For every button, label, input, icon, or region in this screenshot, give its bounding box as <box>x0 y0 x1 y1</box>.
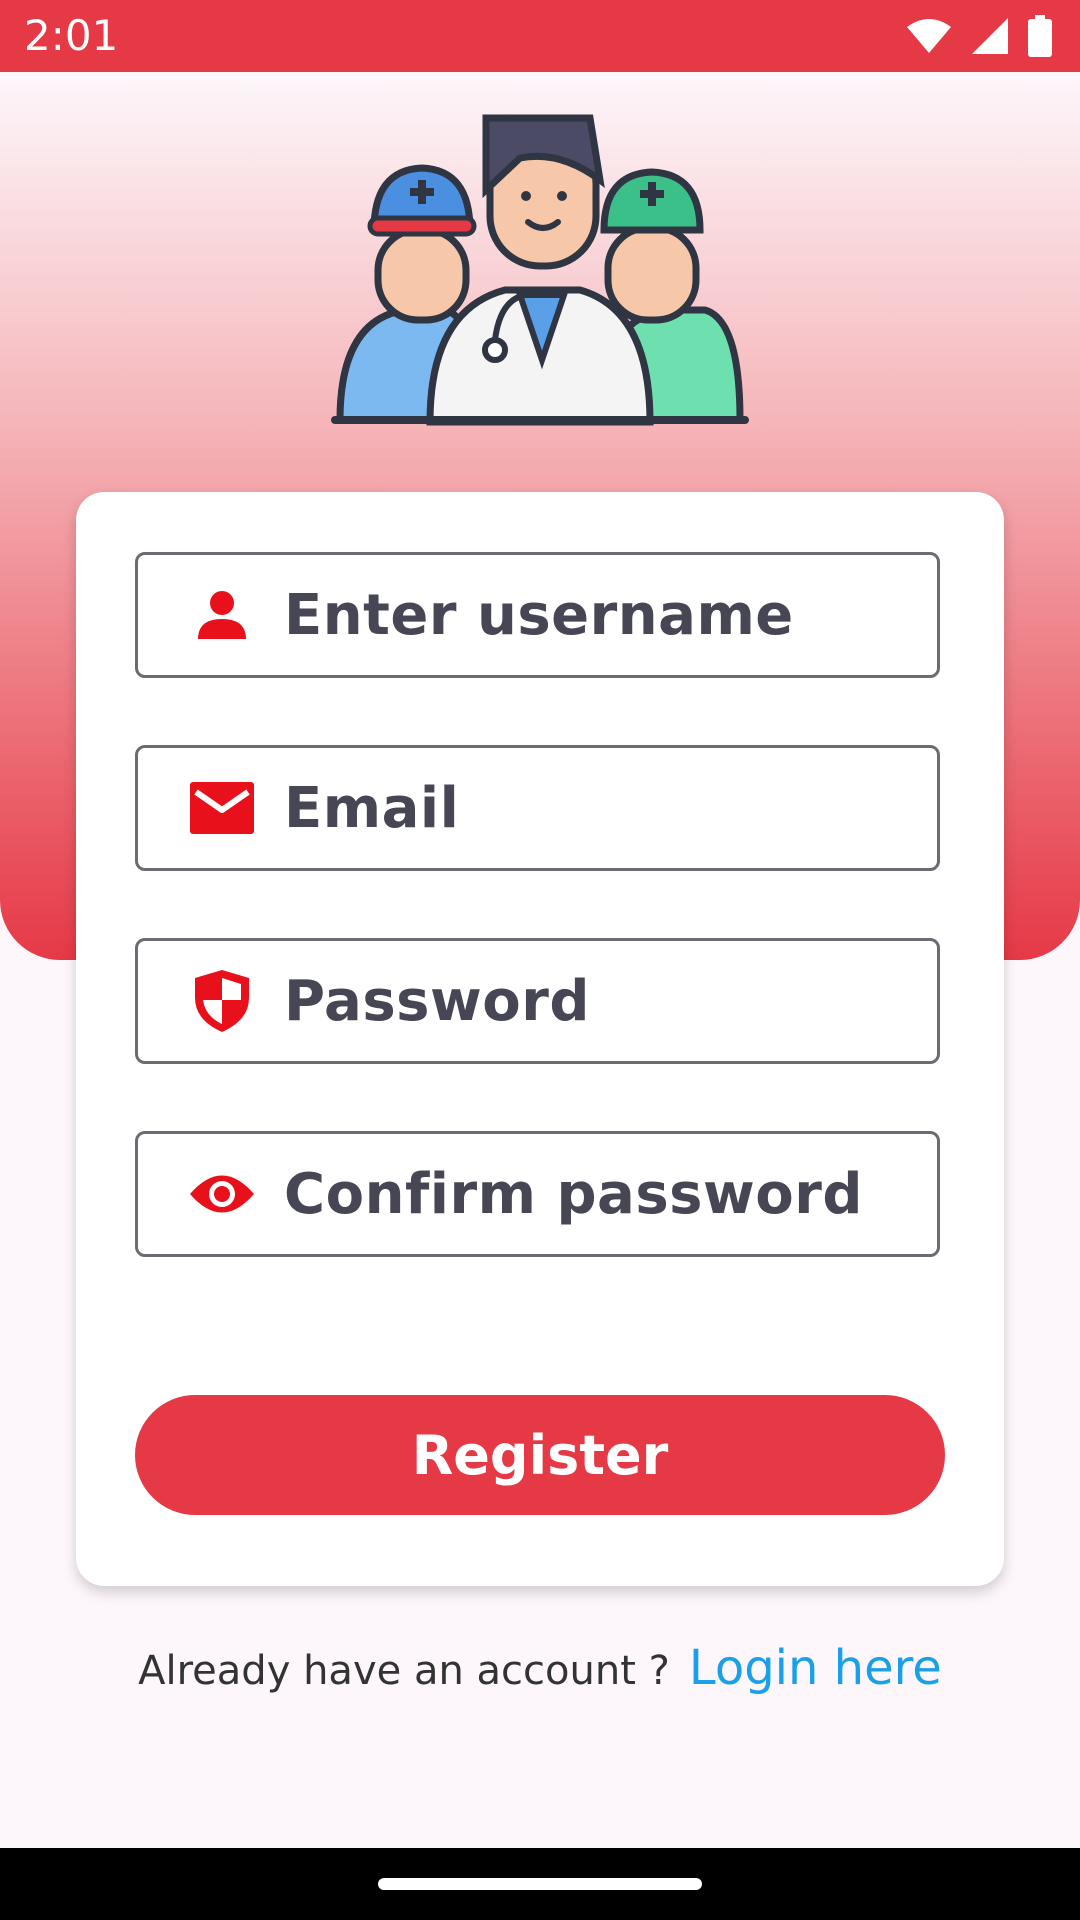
status-icons <box>906 14 1052 58</box>
shield-icon <box>182 961 262 1041</box>
signal-icon <box>972 18 1008 54</box>
login-here-link[interactable]: Login here <box>689 1640 942 1696</box>
confirm-password-field[interactable]: Confirm password <box>135 1131 940 1257</box>
username-field[interactable]: Enter username <box>135 552 940 678</box>
login-prompt: Already have an account ? Login here <box>0 1640 1080 1696</box>
login-prompt-text: Already have an account ? <box>138 1648 670 1694</box>
person-icon <box>182 575 262 655</box>
password-field[interactable]: Password <box>135 938 940 1064</box>
battery-icon <box>1028 15 1052 57</box>
home-gesture-handle[interactable] <box>378 1878 702 1890</box>
wifi-icon <box>907 19 951 53</box>
password-placeholder: Password <box>284 968 590 1034</box>
register-button[interactable]: Register <box>135 1395 945 1515</box>
medical-team-illustration <box>331 114 749 426</box>
email-field[interactable]: Email <box>135 745 940 871</box>
username-placeholder: Enter username <box>284 582 794 648</box>
status-time: 2:01 <box>24 11 119 60</box>
eye-icon <box>182 1154 262 1234</box>
email-placeholder: Email <box>284 775 460 841</box>
status-bar: 2:01 <box>0 0 1080 72</box>
navigation-bar <box>0 1848 1080 1920</box>
mail-icon <box>182 768 262 848</box>
confirm-password-placeholder: Confirm password <box>284 1161 863 1227</box>
